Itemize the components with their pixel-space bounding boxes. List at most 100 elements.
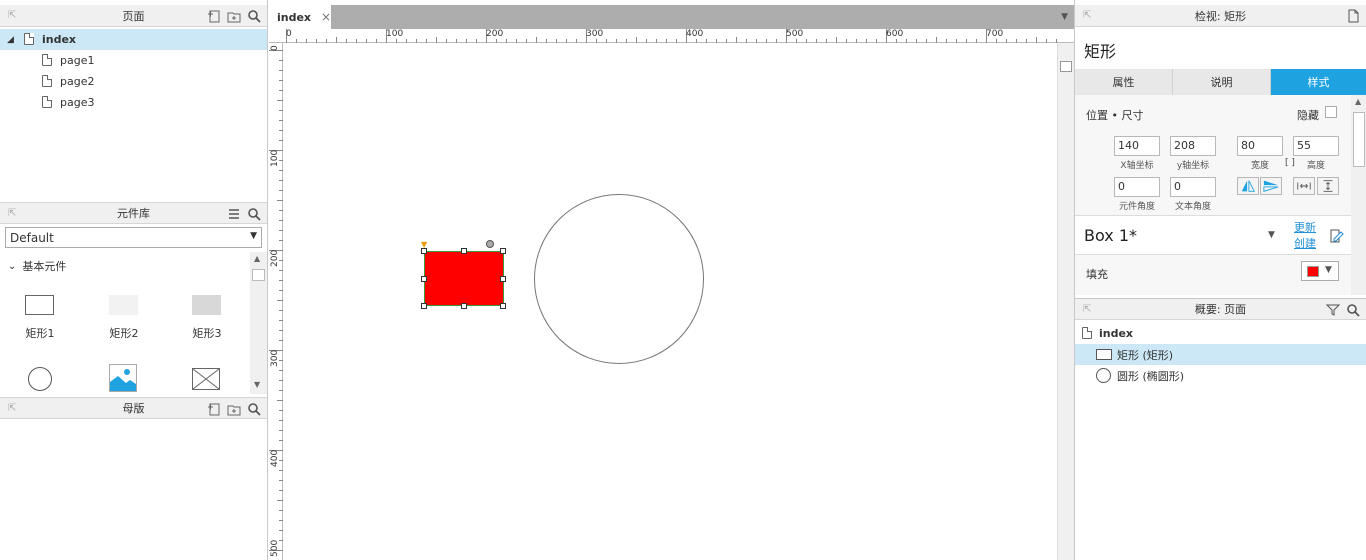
flip-vertical-icon[interactable]	[1260, 177, 1282, 195]
menu-icon[interactable]	[227, 207, 241, 221]
ruler-left-label: 500	[270, 539, 280, 557]
tab-bar: index × ▼	[269, 5, 1074, 29]
page-item-page2[interactable]: page2	[0, 71, 267, 92]
ruler-top-label: 100	[386, 29, 404, 39]
search-icon[interactable]	[1346, 303, 1360, 317]
tab-label: 样式	[1307, 76, 1330, 89]
page-label: page2	[60, 75, 95, 88]
text-rotation-input[interactable]: 0	[1170, 177, 1216, 197]
page-notes-icon[interactable]	[1346, 9, 1360, 23]
pin-icon[interactable]: ⇱	[8, 10, 20, 22]
resize-handle[interactable]	[500, 303, 506, 309]
pin-icon[interactable]: ⇱	[8, 208, 20, 220]
page-label: page3	[60, 96, 95, 109]
fill-color-swatch	[1307, 266, 1319, 277]
outline-root-label: index	[1099, 327, 1134, 340]
circle-widget-icon[interactable]	[27, 366, 53, 392]
filter-icon[interactable]	[1326, 303, 1340, 317]
canvas-circle[interactable]	[534, 194, 704, 364]
x-input[interactable]: 140	[1114, 136, 1160, 156]
resize-handle[interactable]	[421, 248, 427, 254]
library-dropdown[interactable]: Default ▼	[5, 227, 262, 248]
rotate-handle[interactable]	[486, 240, 494, 248]
ruler-left: 0 100 200 300 400 500	[269, 43, 283, 560]
resize-handle[interactable]	[461, 303, 467, 309]
canvas-rectangle[interactable]	[424, 251, 504, 306]
scroll-up-icon[interactable]: ▲	[254, 254, 260, 263]
page-icon	[24, 33, 34, 45]
resize-handle[interactable]	[461, 248, 467, 254]
edit-style-icon[interactable]	[1329, 228, 1345, 244]
canvas-vertical-scrollbar[interactable]	[1057, 43, 1074, 560]
page-item-page3[interactable]: page3	[0, 92, 267, 113]
outline-root[interactable]: index	[1075, 323, 1366, 344]
distribute-vertical-icon[interactable]	[1317, 177, 1339, 195]
ruler-top-label: 200	[486, 29, 504, 39]
library-section-header[interactable]: ⌄ 基本元件	[8, 258, 66, 274]
outline-header: ⇱ 概要: 页面	[1075, 298, 1366, 320]
search-icon[interactable]	[247, 207, 261, 221]
distribute-horizontal-icon[interactable]	[1293, 177, 1315, 195]
add-master-icon[interactable]	[207, 402, 221, 416]
close-icon[interactable]: ×	[321, 10, 331, 24]
style-selector[interactable]: Box 1* ▼ 更新 创建	[1075, 215, 1351, 255]
pin-icon[interactable]: ⇱	[1083, 10, 1095, 22]
page-item-index[interactable]: ◢ index	[0, 29, 267, 50]
widget-rect1-thumb[interactable]	[25, 295, 54, 315]
rotation-input[interactable]: 0	[1114, 177, 1160, 197]
search-icon[interactable]	[247, 402, 261, 416]
resize-handle[interactable]	[500, 276, 506, 282]
ruler-top-label: 0	[286, 29, 292, 39]
widget-rect3-thumb[interactable]	[192, 295, 221, 315]
tab-properties[interactable]: 属性	[1075, 69, 1173, 95]
collapse-arrow-icon[interactable]: ◢	[7, 35, 14, 45]
outline-item-circle[interactable]: 圆形 (椭圆形)	[1075, 365, 1366, 386]
scroll-down-icon[interactable]: ▼	[254, 380, 260, 389]
resize-handle[interactable]	[421, 303, 427, 309]
add-folder-icon[interactable]	[227, 402, 241, 416]
tab-style[interactable]: 样式	[1271, 69, 1366, 95]
pages-panel-header: ⇱ 页面	[0, 5, 267, 27]
resize-handle[interactable]	[421, 276, 427, 282]
shape-name[interactable]: 矩形	[1084, 38, 1116, 62]
chevron-down-icon[interactable]: ▼	[1061, 12, 1068, 22]
scroll-up-icon[interactable]: ▲	[1355, 97, 1361, 106]
library-scrollbar[interactable]: ▲ ▼	[250, 252, 267, 394]
chevron-down-icon[interactable]: ▼	[1268, 230, 1275, 240]
flip-horizontal-icon[interactable]	[1237, 177, 1259, 195]
outline-title: 概要: 页面	[1194, 303, 1247, 316]
create-style-link[interactable]: 创建	[1294, 235, 1316, 251]
scroll-thumb[interactable]	[252, 269, 265, 281]
chevron-down-icon: ▼	[1325, 265, 1332, 275]
tab-notes[interactable]: 说明	[1173, 69, 1271, 95]
widget-rect2-thumb[interactable]	[109, 295, 138, 315]
image-widget-icon[interactable]	[109, 364, 137, 392]
page-icon	[1082, 327, 1092, 339]
page-icon	[42, 54, 52, 66]
width-input[interactable]: 80	[1237, 136, 1283, 156]
add-folder-icon[interactable]	[227, 9, 241, 23]
scroll-thumb[interactable]	[1353, 112, 1365, 167]
placeholder-widget-icon[interactable]	[192, 368, 220, 390]
tab-label: index	[277, 10, 312, 24]
inspector-title: 检视: 矩形	[1194, 9, 1247, 23]
page-item-page1[interactable]: page1	[0, 50, 267, 71]
outline-item-rectangle[interactable]: 矩形 (矩形)	[1075, 344, 1366, 365]
update-style-link[interactable]: 更新	[1294, 219, 1316, 235]
search-icon[interactable]	[247, 9, 261, 23]
hide-checkbox[interactable]	[1325, 106, 1337, 118]
ruler-left-label: 0	[270, 45, 280, 51]
rotation-label: 元件角度	[1118, 202, 1155, 212]
inspector-scrollbar[interactable]: ▲	[1351, 95, 1366, 295]
scroll-thumb[interactable]	[1060, 61, 1072, 72]
resize-handle[interactable]	[500, 248, 506, 254]
tab-index[interactable]: index ×	[269, 5, 331, 29]
pin-icon[interactable]: ⇱	[8, 403, 20, 415]
fill-color-picker[interactable]: ▼	[1301, 261, 1339, 281]
y-input[interactable]: 208	[1170, 136, 1216, 156]
height-input[interactable]: 55	[1293, 136, 1339, 156]
pin-icon[interactable]: ⇱	[1083, 304, 1095, 316]
x-label: X轴坐标	[1120, 161, 1154, 171]
add-page-icon[interactable]	[207, 9, 221, 23]
style-section: 位置 • 尺寸 隐藏 140 X轴坐标 208 y轴坐标 80 宽度 [ ] 5…	[1075, 95, 1351, 295]
